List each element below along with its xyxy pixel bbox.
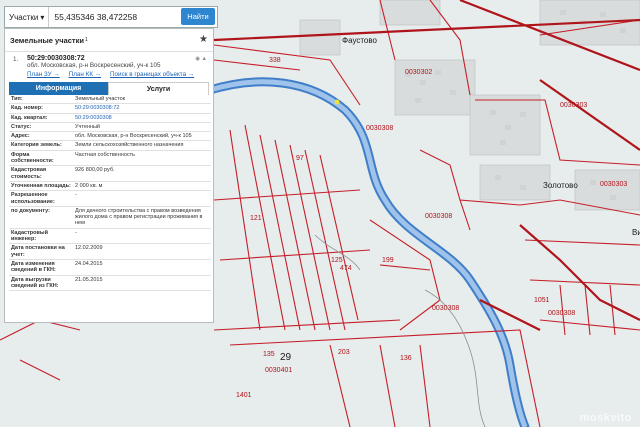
- svg-text:Ви: Ви: [632, 228, 640, 237]
- link-search-bounds[interactable]: Поиск в границах объекта →: [110, 71, 194, 78]
- result-controls-icon[interactable]: ◉ ▲: [195, 56, 207, 62]
- result-address: обл. Московская, р-н Воскресенский, уч-к…: [27, 62, 161, 69]
- panel-header: Земельные участки 1: [5, 29, 213, 52]
- table-row: Кад. номер: 50:29:0030308:72: [9, 103, 211, 114]
- row-key: Категория земель:: [9, 140, 73, 151]
- row-value[interactable]: 50:29:0030308: [73, 113, 211, 123]
- info-table: Тип: Земельный участок Кад. номер: 50:29:00…: [9, 95, 211, 292]
- row-value: -: [73, 228, 211, 245]
- tab-info[interactable]: Информация: [9, 82, 108, 95]
- row-value: -: [73, 190, 211, 207]
- svg-text:474: 474: [340, 265, 352, 272]
- search-input[interactable]: [49, 11, 177, 23]
- row-key: Статус:: [9, 122, 73, 133]
- row-key: Уточненная площадь:: [9, 181, 73, 192]
- table-row: Дата выгрузки сведений из ГКН: 21.05.2015: [9, 275, 211, 292]
- row-value: Для дачного строительства с правом возве…: [73, 206, 211, 229]
- svg-text:121: 121: [250, 215, 262, 222]
- table-row: Дата изменения сведений в ГКН: 24.04.2015: [9, 259, 211, 276]
- row-key: Кадастровый инженер:: [9, 228, 73, 245]
- row-value[interactable]: 50:29:0030308:72: [73, 103, 211, 114]
- svg-text:0030308: 0030308: [548, 310, 575, 317]
- row-key: Дата выгрузки сведений из ГКН:: [9, 275, 73, 292]
- table-row: Категория земель: Земли сельскохозяйствен…: [9, 140, 211, 151]
- row-value: Частная собственность: [73, 150, 211, 167]
- svg-text:0030308: 0030308: [425, 213, 452, 220]
- table-row: Дата постановки на учет: 12.02.2009: [9, 243, 211, 260]
- tab-services[interactable]: Услуги: [108, 82, 209, 95]
- svg-text:125: 125: [331, 257, 343, 264]
- result-count: 1: [84, 37, 88, 43]
- svg-text:0030302: 0030302: [405, 69, 432, 76]
- row-value: 926 800,00 руб.: [73, 165, 211, 182]
- svg-text:338: 338: [269, 57, 281, 64]
- row-key: Разрешенное использование:: [9, 190, 73, 207]
- table-row: Уточненная площадь: 2 000 кв. м: [9, 181, 211, 192]
- link-plan-kk[interactable]: План КК →: [69, 71, 101, 78]
- find-button[interactable]: Найти: [181, 8, 215, 25]
- row-key: по документу:: [9, 206, 73, 229]
- row-key: Кад. квартал:: [9, 113, 73, 123]
- row-value: 12.02.2009: [73, 243, 211, 260]
- table-row: по документу: Для дачного строительства с…: [9, 206, 211, 229]
- table-row: Кад. квартал: 50:29:0030308: [9, 113, 211, 123]
- row-value: 24.04.2015: [73, 259, 211, 276]
- svg-text:0030308: 0030308: [432, 305, 459, 312]
- table-row: Кадастровый инженер: -: [9, 228, 211, 245]
- svg-text:0030401: 0030401: [265, 367, 292, 374]
- row-key: Тип:: [9, 95, 73, 105]
- svg-text:0030303: 0030303: [600, 181, 627, 188]
- row-key: Адрес:: [9, 131, 73, 142]
- table-row: Адрес: обл. Московская, р-н Воскресенский…: [9, 131, 211, 142]
- row-value: Земли сельскохозяйственного назначения: [73, 140, 211, 151]
- watermark: moskvito: [579, 412, 632, 424]
- table-row: Статус: Учтенный: [9, 122, 211, 133]
- result-item[interactable]: 1. 50:29:0030308:72 обл. Московская, р-н…: [5, 52, 213, 78]
- svg-text:1051: 1051: [534, 297, 550, 304]
- svg-text:97: 97: [296, 155, 304, 162]
- result-panel: Земельные участки 1 ★ 1. 50:29:0030308:7…: [4, 28, 214, 323]
- row-value: Учтенный: [73, 122, 211, 133]
- table-row: Разрешенное использование: -: [9, 190, 211, 207]
- row-key: Форма собственности:: [9, 150, 73, 167]
- table-row: Форма собственности: Частная собственност…: [9, 150, 211, 167]
- row-value: Земельный участок: [73, 95, 211, 105]
- svg-text:29: 29: [280, 352, 292, 363]
- svg-text:1401: 1401: [236, 392, 252, 399]
- star-icon[interactable]: ★: [199, 34, 208, 45]
- result-number[interactable]: 50:29:0030308:72: [27, 55, 207, 62]
- svg-text:Золотово: Золотово: [543, 181, 578, 190]
- link-plan-zu[interactable]: План ЗУ →: [27, 71, 60, 78]
- svg-text:199: 199: [382, 257, 394, 264]
- row-key: Дата постановки на учет:: [9, 243, 73, 260]
- table-row: Тип: Земельный участок: [9, 95, 211, 105]
- svg-text:0030308: 0030308: [366, 125, 393, 132]
- row-value: 2 000 кв. м: [73, 181, 211, 192]
- row-key: Кад. номер:: [9, 103, 73, 114]
- panel-title: Земельные участки: [10, 35, 84, 45]
- search-mode-label: Участки: [9, 12, 39, 22]
- row-value: обл. Московская, р-н Воскресенский, уч-к…: [73, 131, 211, 142]
- svg-text:Фаустово: Фаустово: [342, 36, 378, 45]
- chevron-down-icon: ▾: [40, 12, 45, 22]
- svg-text:203: 203: [338, 349, 350, 356]
- svg-text:135: 135: [263, 351, 275, 358]
- row-value: 21.05.2015: [73, 275, 211, 292]
- result-index: 1.: [13, 56, 19, 63]
- search-mode-select[interactable]: Участки ▾: [5, 7, 50, 27]
- row-key: Кадастровая стоимость:: [9, 165, 73, 182]
- svg-text:0030303: 0030303: [560, 102, 587, 109]
- svg-text:136: 136: [400, 355, 412, 362]
- table-row: Кадастровая стоимость: 926 800,00 руб.: [9, 165, 211, 182]
- row-key: Дата изменения сведений в ГКН:: [9, 259, 73, 276]
